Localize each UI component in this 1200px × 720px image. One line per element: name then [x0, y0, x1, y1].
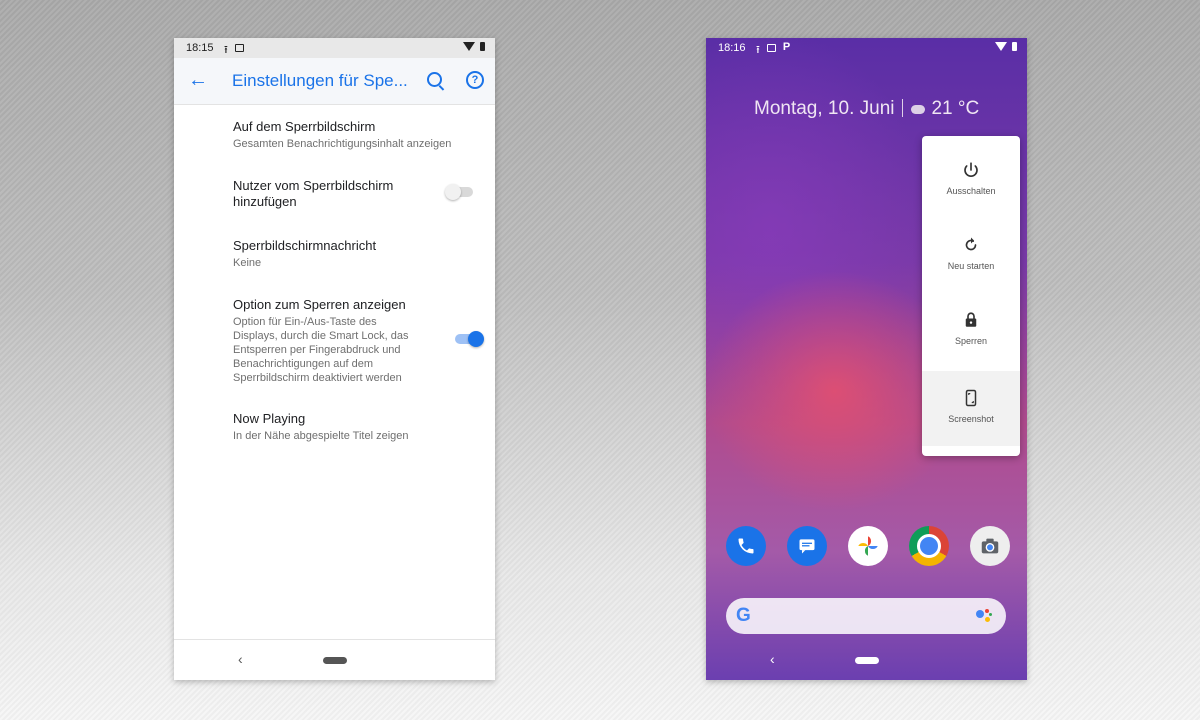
power-menu-label: Sperren	[954, 336, 988, 346]
lock-icon	[961, 310, 981, 330]
setting-now-playing[interactable]: Now Playing In der Nähe abgespielte Tite…	[233, 411, 483, 443]
status-time: 18:15	[186, 42, 214, 54]
setting-title: Now Playing	[233, 411, 306, 426]
battery-icon	[480, 42, 485, 51]
restart-icon	[961, 235, 981, 255]
show-lock-option-toggle[interactable]	[455, 331, 484, 347]
add-users-toggle[interactable]	[445, 184, 473, 200]
nav-home-pill[interactable]	[855, 657, 879, 664]
nav-back-icon[interactable]: ‹	[770, 651, 775, 667]
setting-title: Sperrbildschirmnachricht	[233, 238, 377, 253]
setting-lockscreen-message[interactable]: Sperrbildschirmnachricht Keine	[233, 238, 483, 270]
nav-back-icon[interactable]: ‹	[238, 651, 243, 667]
power-menu-label: Ausschalten	[946, 186, 996, 196]
setting-show-lock-option[interactable]: Option zum Sperren anzeigen Option für E…	[233, 297, 421, 385]
toggle-knob	[445, 184, 461, 200]
help-icon[interactable]: ?	[466, 71, 484, 89]
navigation-bar: ‹	[174, 639, 495, 680]
date-text: Montag, 10. Juni	[754, 98, 895, 119]
lock-status-icon	[766, 44, 776, 52]
setting-title: Nutzer vom Sperrbildschirm hinzufügen	[233, 178, 394, 209]
rain-cloud-icon	[911, 105, 926, 114]
screenshot-icon	[961, 388, 981, 408]
screenshot-button[interactable]: Screenshot	[922, 371, 1020, 446]
lock-button[interactable]: Sperren	[922, 286, 1020, 361]
date-weather-widget[interactable]: Montag, 10. Juni 21 °C	[754, 98, 979, 120]
wifi-icon	[995, 42, 1007, 51]
toggle-knob	[468, 331, 484, 347]
app-bar: ← Einstellungen für Spe... ?	[174, 58, 495, 105]
wifi-icon	[463, 42, 475, 51]
assistant-icon[interactable]	[976, 609, 992, 623]
setting-title: Option zum Sperren anzeigen	[233, 297, 406, 312]
chrome-app-icon[interactable]	[909, 526, 949, 566]
setting-lockscreen-content[interactable]: Auf dem Sperrbildschirm Gesamten Benachr…	[233, 119, 483, 151]
setting-title: Auf dem Sperrbildschirm	[233, 119, 376, 134]
search-icon[interactable]	[427, 72, 442, 87]
status-bar: 18:16 ⭱ P	[706, 38, 1027, 58]
setting-subtitle: Keine	[233, 257, 262, 269]
upload-icon: ⭱	[756, 44, 760, 56]
camera-app-icon[interactable]	[970, 526, 1010, 566]
setting-add-users-lockscreen[interactable]: Nutzer vom Sperrbildschirm hinzufügen	[233, 178, 423, 210]
messages-app-icon[interactable]	[787, 526, 827, 566]
photos-app-icon[interactable]	[848, 526, 888, 566]
navigation-bar: ‹	[706, 640, 1027, 680]
parking-icon: P	[782, 41, 791, 53]
setting-subtitle: Option für Ein-/Aus-Taste des Displays, …	[233, 316, 409, 384]
power-menu: Ausschalten Neu starten Sperren Screensh…	[922, 136, 1020, 456]
app-dock	[726, 526, 1010, 566]
back-arrow-icon[interactable]: ←	[188, 69, 208, 92]
restart-button[interactable]: Neu starten	[922, 211, 1020, 286]
power-menu-label: Neu starten	[947, 261, 995, 271]
phone-app-icon[interactable]	[726, 526, 766, 566]
battery-icon	[1012, 42, 1017, 51]
setting-subtitle: Gesamten Benachrichtigungsinhalt anzeige…	[233, 138, 452, 150]
status-time: 18:16	[718, 42, 746, 54]
homescreen-phone-screen: 18:16 ⭱ P Montag, 10. Juni 21 °C Ausschal…	[706, 38, 1027, 680]
lock-status-icon	[234, 44, 244, 52]
google-logo: G	[736, 605, 751, 626]
power-off-button[interactable]: Ausschalten	[922, 136, 1020, 211]
nav-home-pill[interactable]	[323, 657, 347, 664]
status-bar: 18:15 ⭱	[174, 38, 495, 58]
page-title: Einstellungen für Spe...	[232, 71, 408, 90]
settings-phone-screen: 18:15 ⭱ ← Einstellungen für Spe... ? Auf…	[174, 38, 495, 680]
temperature-text: 21 °C	[931, 98, 980, 119]
setting-subtitle: In der Nähe abgespielte Titel zeigen	[233, 430, 409, 442]
google-search-bar[interactable]: G	[726, 598, 1006, 634]
power-icon	[961, 160, 981, 180]
power-menu-label: Screenshot	[948, 414, 994, 424]
